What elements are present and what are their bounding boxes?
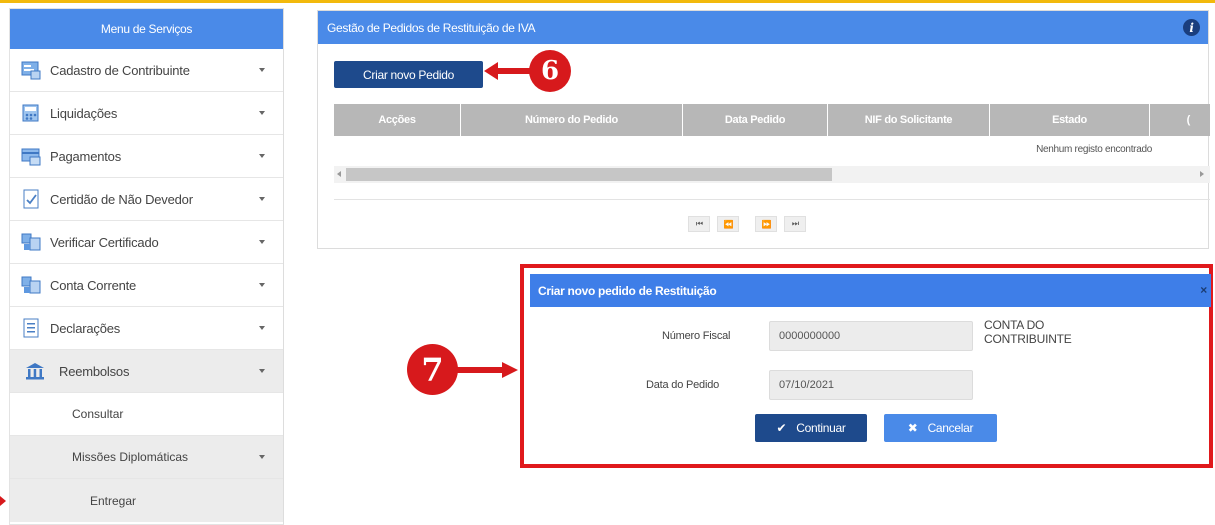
sidebar-item-label: Certidão de Não Devedor	[50, 191, 193, 207]
step-6-callout: 6	[529, 50, 571, 92]
column-header-request-date[interactable]: Data Pedido	[683, 104, 828, 136]
nif-label: Número Fiscal	[662, 330, 731, 342]
payment-icon	[20, 146, 41, 167]
chevron-down-icon	[259, 154, 265, 158]
panel-title: Gestão de Pedidos de Restituição de IVA	[327, 20, 536, 35]
empty-table-message: Nenhum registo encontrado	[1036, 143, 1152, 155]
arrow-left-icon	[484, 62, 532, 80]
first-page-button[interactable]: ⏮	[688, 216, 710, 232]
column-header-actions[interactable]: Acções	[334, 104, 461, 136]
vat-refund-panel: Gestão de Pedidos de Restituição de IVA …	[317, 10, 1210, 249]
create-new-request-button[interactable]: Criar novo Pedido	[334, 61, 483, 88]
column-header-request-number[interactable]: Número do Pedido	[461, 104, 683, 136]
chevron-down-icon	[259, 455, 265, 459]
sidebar-item-pagamentos[interactable]: Pagamentos	[10, 135, 283, 178]
table-header-row: Acções Número do Pedido Data Pedido NIF …	[334, 104, 1210, 136]
submenu-item-consultar[interactable]: Consultar	[10, 393, 283, 436]
sidebar-item-label: Liquidações	[50, 105, 118, 121]
scrollbar-thumb[interactable]	[346, 168, 832, 181]
cancel-button[interactable]: ✖ Cancelar	[884, 414, 997, 442]
sidebar-item-cadastro[interactable]: Cadastro de Contribuinte	[10, 49, 283, 92]
cancel-label: Cancelar	[927, 421, 974, 435]
account-description: CONTA DO CONTRIBUINTE	[984, 318, 1072, 346]
request-date-field[interactable]	[769, 370, 973, 400]
sidebar-item-conta-corrente[interactable]: Conta Corrente	[10, 264, 283, 307]
sidebar-item-label: Verificar Certificado	[50, 234, 159, 250]
calculator-icon	[20, 103, 41, 124]
sidebar-item-label: Declarações	[50, 320, 121, 336]
top-accent-line	[0, 0, 1215, 3]
submenu-item-label: Missões Diplomáticas	[72, 450, 189, 464]
next-page-button[interactable]: ⏩	[755, 216, 777, 232]
sidebar-item-label: Reembolsos	[59, 363, 130, 379]
new-refund-request-dialog: Criar novo pedido de Restituição × Númer…	[520, 264, 1213, 468]
sidebar-item-verificar[interactable]: Verificar Certificado	[10, 221, 283, 264]
panel-header: Gestão de Pedidos de Restituição de IVA …	[318, 11, 1208, 44]
chevron-down-icon	[259, 240, 265, 244]
chevron-down-icon	[259, 369, 265, 373]
red-arrow-pointer-icon	[0, 496, 6, 506]
continue-button[interactable]: ✔ Continuar	[755, 414, 867, 442]
column-header-partial[interactable]: (	[1150, 104, 1210, 136]
info-icon[interactable]: i	[1183, 19, 1200, 36]
sidebar-item-liquidacoes[interactable]: Liquidações	[10, 92, 283, 135]
dialog-title: Criar novo pedido de Restituição	[538, 283, 717, 298]
submenu-item-missoes-diplomaticas[interactable]: Missões Diplomáticas	[10, 436, 283, 479]
column-header-nif[interactable]: NIF do Solicitante	[828, 104, 990, 136]
chevron-down-icon	[259, 68, 265, 72]
column-header-status[interactable]: Estado	[990, 104, 1150, 136]
chevron-down-icon	[259, 197, 265, 201]
nif-field[interactable]	[769, 321, 973, 351]
document-form-icon	[20, 60, 41, 81]
sidebar-item-label: Cadastro de Contribuinte	[50, 62, 190, 78]
close-icon[interactable]: ×	[1200, 283, 1207, 297]
close-icon: ✖	[907, 421, 918, 435]
certificate-icon	[20, 189, 41, 210]
chevron-down-icon	[259, 111, 265, 115]
pagination: ⏮ ⏪ ⏩ ⏭	[688, 216, 813, 232]
continue-label: Continuar	[796, 421, 846, 435]
last-page-button[interactable]: ⏭	[784, 216, 806, 232]
step-7-callout: 7	[407, 344, 458, 395]
verify-icon	[20, 232, 41, 253]
previous-page-button[interactable]: ⏪	[717, 216, 739, 232]
sidebar-item-reembolsos[interactable]: Reembolsos	[10, 350, 283, 393]
sidebar-item-declaracoes[interactable]: Declarações	[10, 307, 283, 350]
chevron-down-icon	[259, 326, 265, 330]
scroll-right-icon[interactable]	[1200, 171, 1204, 177]
requests-table: Acções Número do Pedido Data Pedido NIF …	[334, 104, 1210, 183]
bank-icon	[24, 361, 45, 382]
divider	[334, 199, 1210, 200]
chevron-down-icon	[259, 283, 265, 287]
sidebar-item-label: Conta Corrente	[50, 277, 137, 293]
sidebar-item-label: Pagamentos	[50, 148, 121, 164]
declaration-icon	[20, 318, 41, 339]
sidebar-item-certidao[interactable]: Certidão de Não Devedor	[10, 178, 283, 221]
arrow-right-icon	[456, 362, 518, 378]
dialog-header: Criar novo pedido de Restituição ×	[530, 274, 1211, 307]
horizontal-scrollbar[interactable]	[334, 166, 1210, 183]
services-sidebar: Menu de Serviços Cadastro de Contribuint…	[9, 8, 284, 525]
sidebar-title: Menu de Serviços	[10, 9, 283, 49]
submenu-item-entregar[interactable]: Entregar	[10, 479, 283, 522]
request-date-label: Data do Pedido	[646, 379, 720, 391]
scroll-left-icon[interactable]	[337, 171, 341, 177]
account-icon	[20, 275, 41, 296]
check-icon: ✔	[776, 421, 787, 435]
